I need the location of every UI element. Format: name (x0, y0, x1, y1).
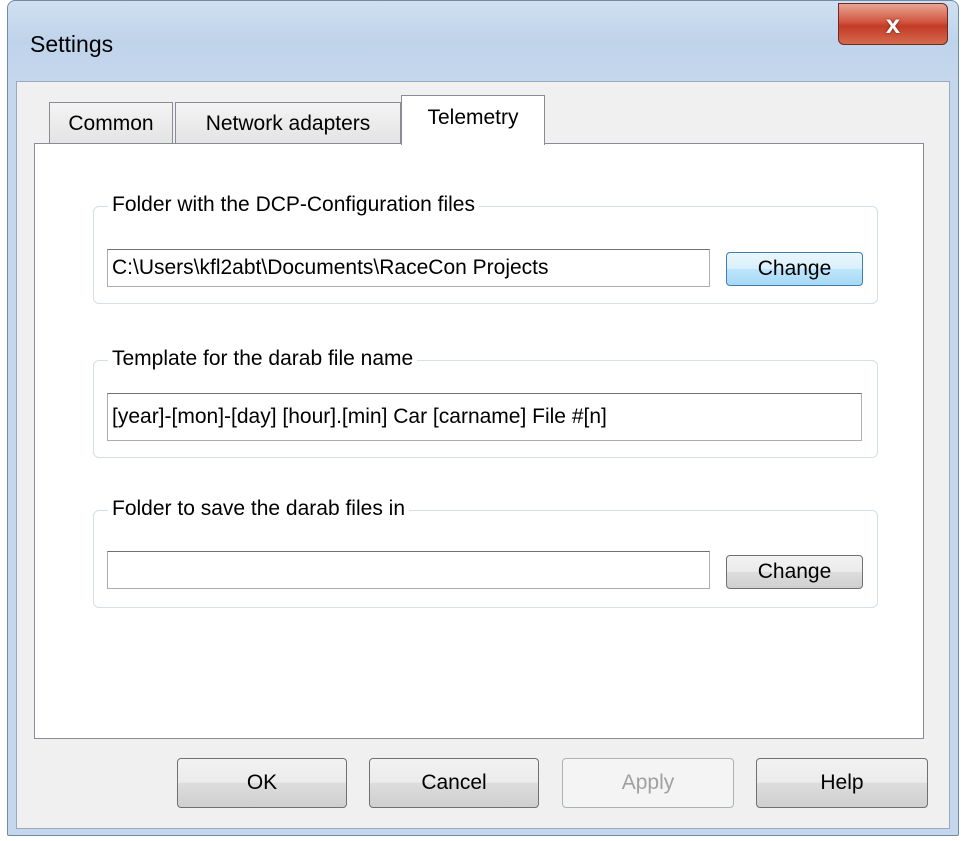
dcp-folder-group-label: Folder with the DCP-Configuration files (108, 191, 479, 219)
tab-common-label: Common (68, 111, 154, 135)
save-folder-input[interactable] (107, 551, 710, 589)
save-folder-change-label: Change (757, 560, 832, 583)
template-group: Template for the darab file name [year]-… (93, 345, 878, 458)
save-folder-group-label: Folder to save the darab files in (108, 495, 409, 523)
tab-telemetry-label: Telemetry (427, 106, 519, 129)
template-group-label: Template for the darab file name (108, 345, 418, 373)
dcp-folder-change-label: Change (757, 257, 832, 280)
tab-common[interactable]: Common (49, 102, 173, 144)
help-button[interactable]: Help (756, 758, 928, 808)
ok-button[interactable]: OK (177, 758, 347, 808)
template-input[interactable]: [year]-[mon]-[day] [hour].[min] Car [car… (107, 393, 862, 441)
apply-button[interactable]: Apply (562, 758, 734, 808)
dcp-folder-group: Folder with the DCP-Configuration files … (93, 191, 878, 304)
close-icon: x (885, 8, 901, 39)
telemetry-panel: Folder with the DCP-Configuration files … (34, 143, 924, 739)
help-label: Help (820, 771, 864, 794)
cancel-button[interactable]: Cancel (369, 758, 539, 808)
dcp-folder-input[interactable]: C:\Users\kfl2abt\Documents\RaceCon Proje… (107, 249, 710, 287)
window-title: Settings (30, 31, 114, 57)
tab-network-adapters[interactable]: Network adapters (175, 102, 401, 144)
save-folder-group: Folder to save the darab files in Change (93, 495, 878, 608)
dcp-folder-change-button[interactable]: Change (726, 252, 863, 286)
cancel-label: Cancel (421, 771, 487, 794)
save-folder-change-button[interactable]: Change (726, 555, 863, 589)
close-button[interactable]: x (838, 3, 948, 45)
ok-label: OK (246, 771, 278, 794)
tab-telemetry[interactable]: Telemetry (401, 95, 545, 145)
apply-label: Apply (621, 771, 675, 794)
tab-network-adapters-label: Network adapters (205, 111, 371, 135)
